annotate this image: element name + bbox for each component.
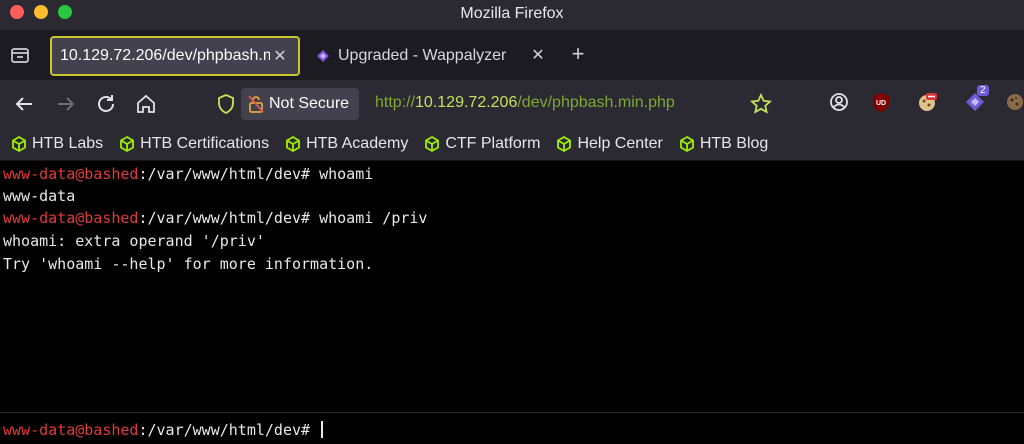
url-text[interactable]: http://10.129.72.206/dev/phpbash.min.php bbox=[375, 94, 675, 112]
tab-title: 10.129.72.206/dev/phpbash.min.php bbox=[60, 47, 270, 64]
bookmark-help-center[interactable]: Help Center bbox=[555, 135, 663, 153]
bookmark-label: Help Center bbox=[577, 135, 663, 152]
svg-text:UD: UD bbox=[876, 100, 886, 107]
command-text: whoami /priv bbox=[319, 209, 428, 227]
account-icon[interactable] bbox=[828, 91, 850, 113]
url-prefix: http:// bbox=[375, 94, 416, 111]
prompt-user: www-data@bashed bbox=[3, 209, 139, 227]
extension-badge: 2 bbox=[977, 85, 989, 96]
bookmark-ctf-platform[interactable]: CTF Platform bbox=[423, 135, 540, 153]
tab-title: Upgraded - Wappalyzer bbox=[338, 47, 507, 64]
bookmark-label: HTB Academy bbox=[306, 135, 409, 152]
not-secure-indicator[interactable]: Not Secure bbox=[241, 88, 360, 120]
bookmark-label: CTF Platform bbox=[445, 135, 541, 152]
bookmark-label: HTB Labs bbox=[32, 135, 104, 152]
terminal-line: whoami: extra operand '/priv' bbox=[3, 230, 265, 252]
window-titlebar: Mozilla Firefox bbox=[0, 0, 1024, 30]
prompt-user: www-data@bashed bbox=[3, 165, 139, 183]
bookmarks-toolbar: HTB Labs HTB Certifications HTB Academy … bbox=[0, 128, 1024, 161]
terminal-divider bbox=[0, 412, 1024, 413]
wappalyzer-icon[interactable]: 2 bbox=[964, 85, 989, 113]
htb-cube-icon bbox=[679, 135, 694, 153]
output-text: Try 'whoami --help' for more information… bbox=[3, 255, 374, 273]
htb-cube-icon bbox=[12, 135, 26, 153]
window-title: Mozilla Firefox bbox=[460, 5, 564, 22]
bookmark-star-icon[interactable] bbox=[749, 92, 773, 115]
bookmark-htb-labs[interactable]: HTB Labs bbox=[10, 135, 103, 153]
terminal-line: www-data@bashed:/var/www/html/dev# whoam… bbox=[3, 207, 427, 229]
terminal-line: Try 'whoami --help' for more information… bbox=[3, 253, 373, 275]
prompt-user: www-data@bashed bbox=[3, 421, 139, 439]
tab-bar: 10.129.72.206/dev/phpbash.min.php ✕ Upgr… bbox=[0, 30, 1024, 80]
close-tab-icon[interactable]: ✕ bbox=[528, 46, 548, 66]
terminal-input-line[interactable]: www-data@bashed:/var/www/html/dev# bbox=[3, 419, 324, 441]
htb-cube-icon bbox=[425, 135, 440, 153]
phpbash-terminal[interactable]: www-data@bashed:/var/www/html/dev# whoam… bbox=[0, 161, 1024, 444]
output-text: whoami: extra operand '/priv' bbox=[3, 232, 265, 250]
back-arrow-icon[interactable] bbox=[12, 92, 36, 116]
bookmark-htb-blog[interactable]: HTB Blog bbox=[678, 135, 768, 153]
bookmark-label: HTB Blog bbox=[699, 135, 769, 152]
output-text: www-data bbox=[3, 187, 76, 205]
prompt-path: :/var/www/html/dev# bbox=[138, 165, 320, 183]
tab-phpbash[interactable]: 10.129.72.206/dev/phpbash.min.php ✕ bbox=[50, 36, 300, 76]
home-icon[interactable] bbox=[134, 92, 158, 116]
url-bar[interactable]: Not Secure http://10.129.72.206/dev/phpb… bbox=[205, 86, 785, 122]
reload-icon[interactable] bbox=[94, 92, 118, 116]
list-all-tabs-icon[interactable] bbox=[8, 43, 32, 67]
url-host: 10.129.72.206 bbox=[415, 94, 518, 111]
htb-cube-icon bbox=[286, 135, 300, 153]
prompt-path: :/var/www/html/dev# bbox=[138, 421, 320, 439]
tab-wappalyzer[interactable]: Upgraded - Wappalyzer ✕ bbox=[310, 36, 560, 76]
htb-cube-icon bbox=[557, 135, 572, 153]
terminal-line: www-data bbox=[3, 185, 75, 207]
bookmark-htb-academy[interactable]: HTB Academy bbox=[284, 135, 408, 153]
navigation-toolbar: Not Secure http://10.129.72.206/dev/phpb… bbox=[0, 80, 1024, 128]
bookmark-htb-certifications[interactable]: HTB Certifications bbox=[118, 135, 269, 153]
new-tab-button[interactable]: + bbox=[567, 43, 589, 66]
cookie-editor-icon[interactable] bbox=[1004, 91, 1024, 113]
security-label: Not Secure bbox=[269, 95, 350, 112]
htb-cube-icon bbox=[120, 135, 135, 153]
insecure-lock-icon bbox=[248, 95, 264, 113]
text-cursor bbox=[321, 421, 324, 438]
prompt-path: :/var/www/html/dev# bbox=[138, 209, 320, 227]
tracking-protection-shield-icon[interactable] bbox=[215, 93, 237, 115]
wappalyzer-cookie-icon[interactable] bbox=[916, 91, 938, 113]
terminal-line: www-data@bashed:/var/www/html/dev# whoam… bbox=[3, 163, 373, 185]
ublock-origin-icon[interactable]: UD bbox=[870, 91, 892, 113]
command-text: whoami bbox=[319, 165, 374, 183]
close-tab-icon[interactable]: ✕ bbox=[270, 47, 290, 67]
bookmark-label: HTB Certifications bbox=[140, 135, 270, 152]
forward-arrow-icon[interactable] bbox=[54, 92, 78, 116]
wappalyzer-icon bbox=[317, 50, 329, 62]
url-path: /dev/phpbash.min.php bbox=[517, 94, 675, 111]
